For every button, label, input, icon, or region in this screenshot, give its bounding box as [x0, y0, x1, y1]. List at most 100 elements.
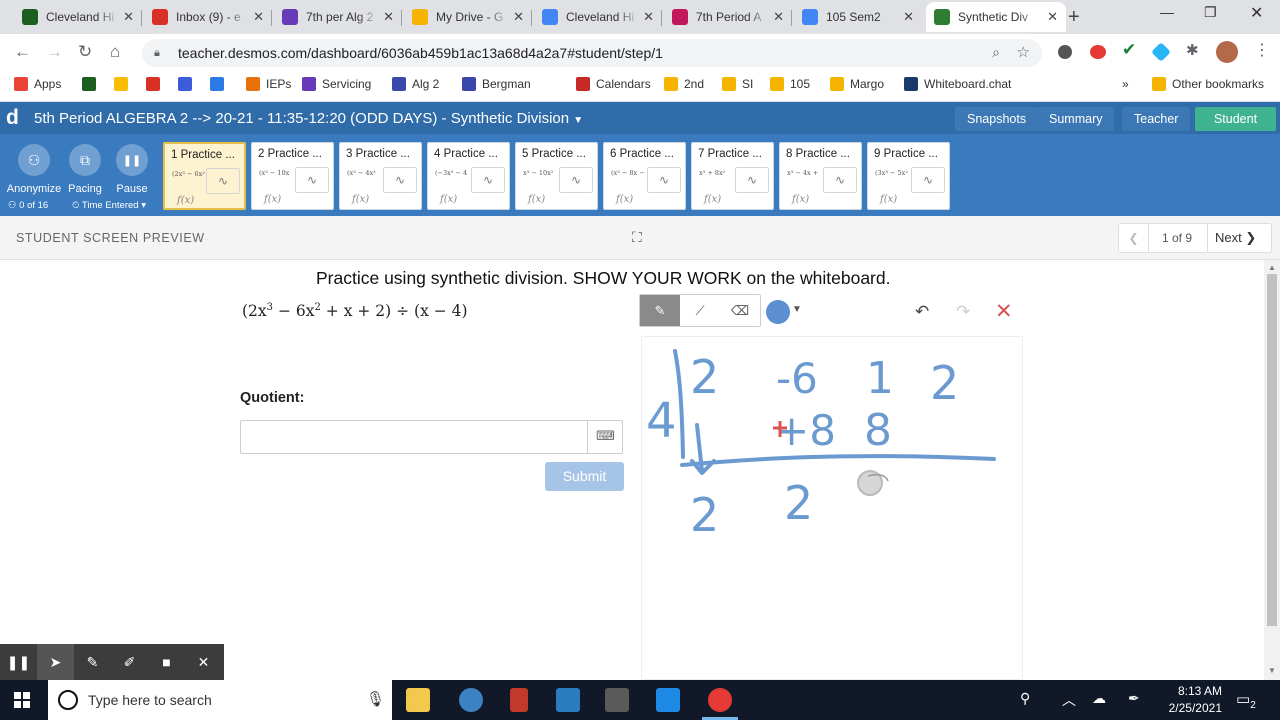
screen-card[interactable]: 1 Practice ... (2x³ − 6x² ∿ f(x) [163, 142, 246, 210]
summary-button[interactable]: Summary [1037, 107, 1115, 131]
bookmark-item[interactable]: Alg 2 [392, 77, 439, 91]
bookmark-item[interactable]: 105 [770, 77, 810, 91]
pen-tool-icon[interactable]: ✎ [640, 295, 680, 326]
app-icon-4[interactable] [556, 688, 580, 712]
bookmark-item[interactable] [146, 77, 166, 91]
quotient-input[interactable] [240, 420, 623, 454]
annot-pointer-icon[interactable]: ➤ [37, 644, 74, 680]
tab-close-icon[interactable]: ✕ [123, 9, 134, 25]
bookmark-item[interactable] [82, 77, 102, 91]
screen-card[interactable]: 5 Practice ... x³ − 10x² ∿ f(x) [515, 142, 598, 210]
browser-tab[interactable]: 105 Sem2 ✕ [794, 2, 922, 32]
undo-icon[interactable]: ↶ [915, 302, 929, 322]
screen-card[interactable]: 7 Practice ... x³ + 8x² ∿ f(x) [691, 142, 774, 210]
screen-card[interactable]: 2 Practice ... (x³ − 10x ∿ f(x) [251, 142, 334, 210]
tab-close-icon[interactable]: ✕ [773, 9, 784, 25]
taskbar-clock[interactable]: 8:13 AM 2/25/2021 [1152, 683, 1222, 717]
activity-title[interactable]: 5th Period ALGEBRA 2 --> 20-21 - 11:35-1… [34, 110, 583, 127]
color-caret-icon[interactable]: ▼ [792, 304, 802, 315]
bookmark-item[interactable]: Whiteboard.chat [904, 77, 1011, 91]
prev-screen-button[interactable]: ❮ [1119, 224, 1149, 252]
chrome-icon[interactable] [708, 688, 732, 712]
back-icon[interactable]: ← [14, 42, 31, 62]
extension-red-icon[interactable] [1090, 45, 1106, 59]
app-icon-3[interactable] [510, 688, 528, 712]
bookmark-item[interactable] [210, 77, 230, 91]
tab-close-icon[interactable]: ✕ [1047, 9, 1058, 25]
tab-close-icon[interactable]: ✕ [903, 9, 914, 25]
pause-button[interactable]: ❚❚ Pause [104, 144, 160, 195]
anonymize-button[interactable]: ⚇ Anonymize [6, 144, 62, 195]
sort-dropdown[interactable]: ⏲ Time Entered ▾ [72, 200, 146, 211]
tab-close-icon[interactable]: ✕ [253, 9, 264, 25]
home-icon[interactable]: ⌂ [110, 42, 120, 62]
new-tab-button[interactable]: + [1068, 6, 1080, 29]
teacher-button[interactable]: Teacher [1122, 107, 1191, 131]
tab-close-icon[interactable]: ✕ [383, 9, 394, 25]
annot-close-icon[interactable]: ✕ [185, 644, 222, 680]
browser-tab[interactable]: 7th per Alg 2 ✕ [274, 2, 402, 32]
close-window-icon[interactable]: ✕ [1250, 3, 1263, 23]
restore-icon[interactable]: ❐ [1204, 4, 1217, 21]
next-screen-button[interactable]: Next ❯ [1207, 224, 1271, 252]
student-count[interactable]: ⚇ 0 of 16 [8, 200, 48, 211]
browser-tab[interactable]: Cleveland Hi ✕ [14, 2, 142, 32]
eraser-tool-icon[interactable]: ⌫ [720, 295, 760, 326]
desmos-logo[interactable]: d [6, 106, 19, 130]
student-button[interactable]: Student [1195, 107, 1276, 131]
browser-tab[interactable]: Synthetic Div ✕ [926, 2, 1066, 32]
bookmarks-overflow[interactable]: » [1122, 77, 1129, 91]
annot-camera-icon[interactable]: ■ [148, 644, 185, 680]
bookmark-item[interactable]: IEPs [246, 77, 291, 91]
bookmark-item[interactable]: Calendars [576, 77, 651, 91]
annot-pause-icon[interactable]: ❚❚ [0, 644, 37, 680]
browser-tab[interactable]: Inbox (9) - e ✕ [144, 2, 272, 32]
microphone-icon[interactable]: 🎙︎ [366, 690, 385, 708]
app-icon-6[interactable] [656, 688, 680, 712]
tab-close-icon[interactable]: ✕ [643, 9, 654, 25]
reload-icon[interactable]: ↻ [78, 42, 92, 62]
people-icon[interactable]: ⚲ [1020, 690, 1030, 707]
annot-highlighter-icon[interactable]: ✐ [111, 644, 148, 680]
screen-card[interactable]: 8 Practice ... x³ − 4x + ∿ f(x) [779, 142, 862, 210]
bookmark-item[interactable]: 2nd [664, 77, 704, 91]
browser-tab[interactable]: 7th Period A ✕ [664, 2, 792, 32]
app-icon-2[interactable] [459, 688, 483, 712]
screen-card[interactable]: 3 Practice ... (x³ − 4x² ∿ f(x) [339, 142, 422, 210]
screen-card[interactable]: 9 Practice ... (3x³ − 5x² ∿ f(x) [867, 142, 950, 210]
extension-check-icon[interactable]: ✔ [1122, 40, 1136, 60]
tab-close-icon[interactable]: ✕ [513, 9, 524, 25]
notifications-icon[interactable]: ▭2 [1236, 690, 1256, 711]
extensions-puzzle-icon[interactable]: ✱ [1186, 41, 1199, 59]
forward-icon[interactable]: → [46, 42, 63, 62]
onedrive-icon[interactable]: ☁ [1092, 690, 1106, 707]
scroll-thumb[interactable] [1267, 274, 1277, 626]
screen-card[interactable]: 6 Practice ... (x³ − 8x − ∿ f(x) [603, 142, 686, 210]
zoom-search-icon[interactable]: ⌕ [992, 44, 1000, 61]
bookmark-item[interactable] [178, 77, 198, 91]
tray-chevron-icon[interactable]: ︿ [1062, 690, 1076, 710]
page-scrollbar[interactable]: ▲ ▼ [1264, 260, 1280, 680]
taskbar-search[interactable]: Type here to search 🎙︎ [48, 680, 392, 720]
whiteboard-canvas[interactable]: 4 2 -6 1 2 +8 8 2 2 [641, 336, 1023, 680]
line-tool-icon[interactable]: ⟋ [680, 295, 720, 326]
browser-tab[interactable]: My Drive - G ✕ [404, 2, 532, 32]
profile-avatar[interactable] [1216, 41, 1238, 63]
bookmark-star-icon[interactable]: ☆ [1017, 43, 1030, 61]
windows-start-icon[interactable] [14, 692, 30, 708]
bookmark-item[interactable]: Bergman [462, 77, 531, 91]
file-explorer-icon[interactable] [406, 688, 430, 712]
screen-card[interactable]: 4 Practice ... (−3x³ − 4 ∿ f(x) [427, 142, 510, 210]
scroll-down-icon[interactable]: ▼ [1268, 666, 1276, 675]
annot-pen-icon[interactable]: ✎ [74, 644, 111, 680]
app-icon-5[interactable] [605, 688, 629, 712]
clear-whiteboard-icon[interactable]: ✕ [995, 299, 1013, 324]
scroll-up-icon[interactable]: ▲ [1268, 263, 1276, 272]
redo-icon[interactable]: ↷ [956, 302, 970, 322]
bookmark-item[interactable]: Servicing [302, 77, 371, 91]
pen-workspace-icon[interactable]: ✒ [1128, 690, 1140, 707]
omnibox[interactable]: 🔒︎ teacher.desmos.com/dashboard/6036ab45… [142, 39, 1042, 67]
menu-dots-icon[interactable]: ⋮ [1254, 40, 1270, 60]
bookmark-item[interactable]: Apps [14, 77, 61, 91]
keyboard-icon[interactable]: ⌨ [587, 420, 623, 454]
